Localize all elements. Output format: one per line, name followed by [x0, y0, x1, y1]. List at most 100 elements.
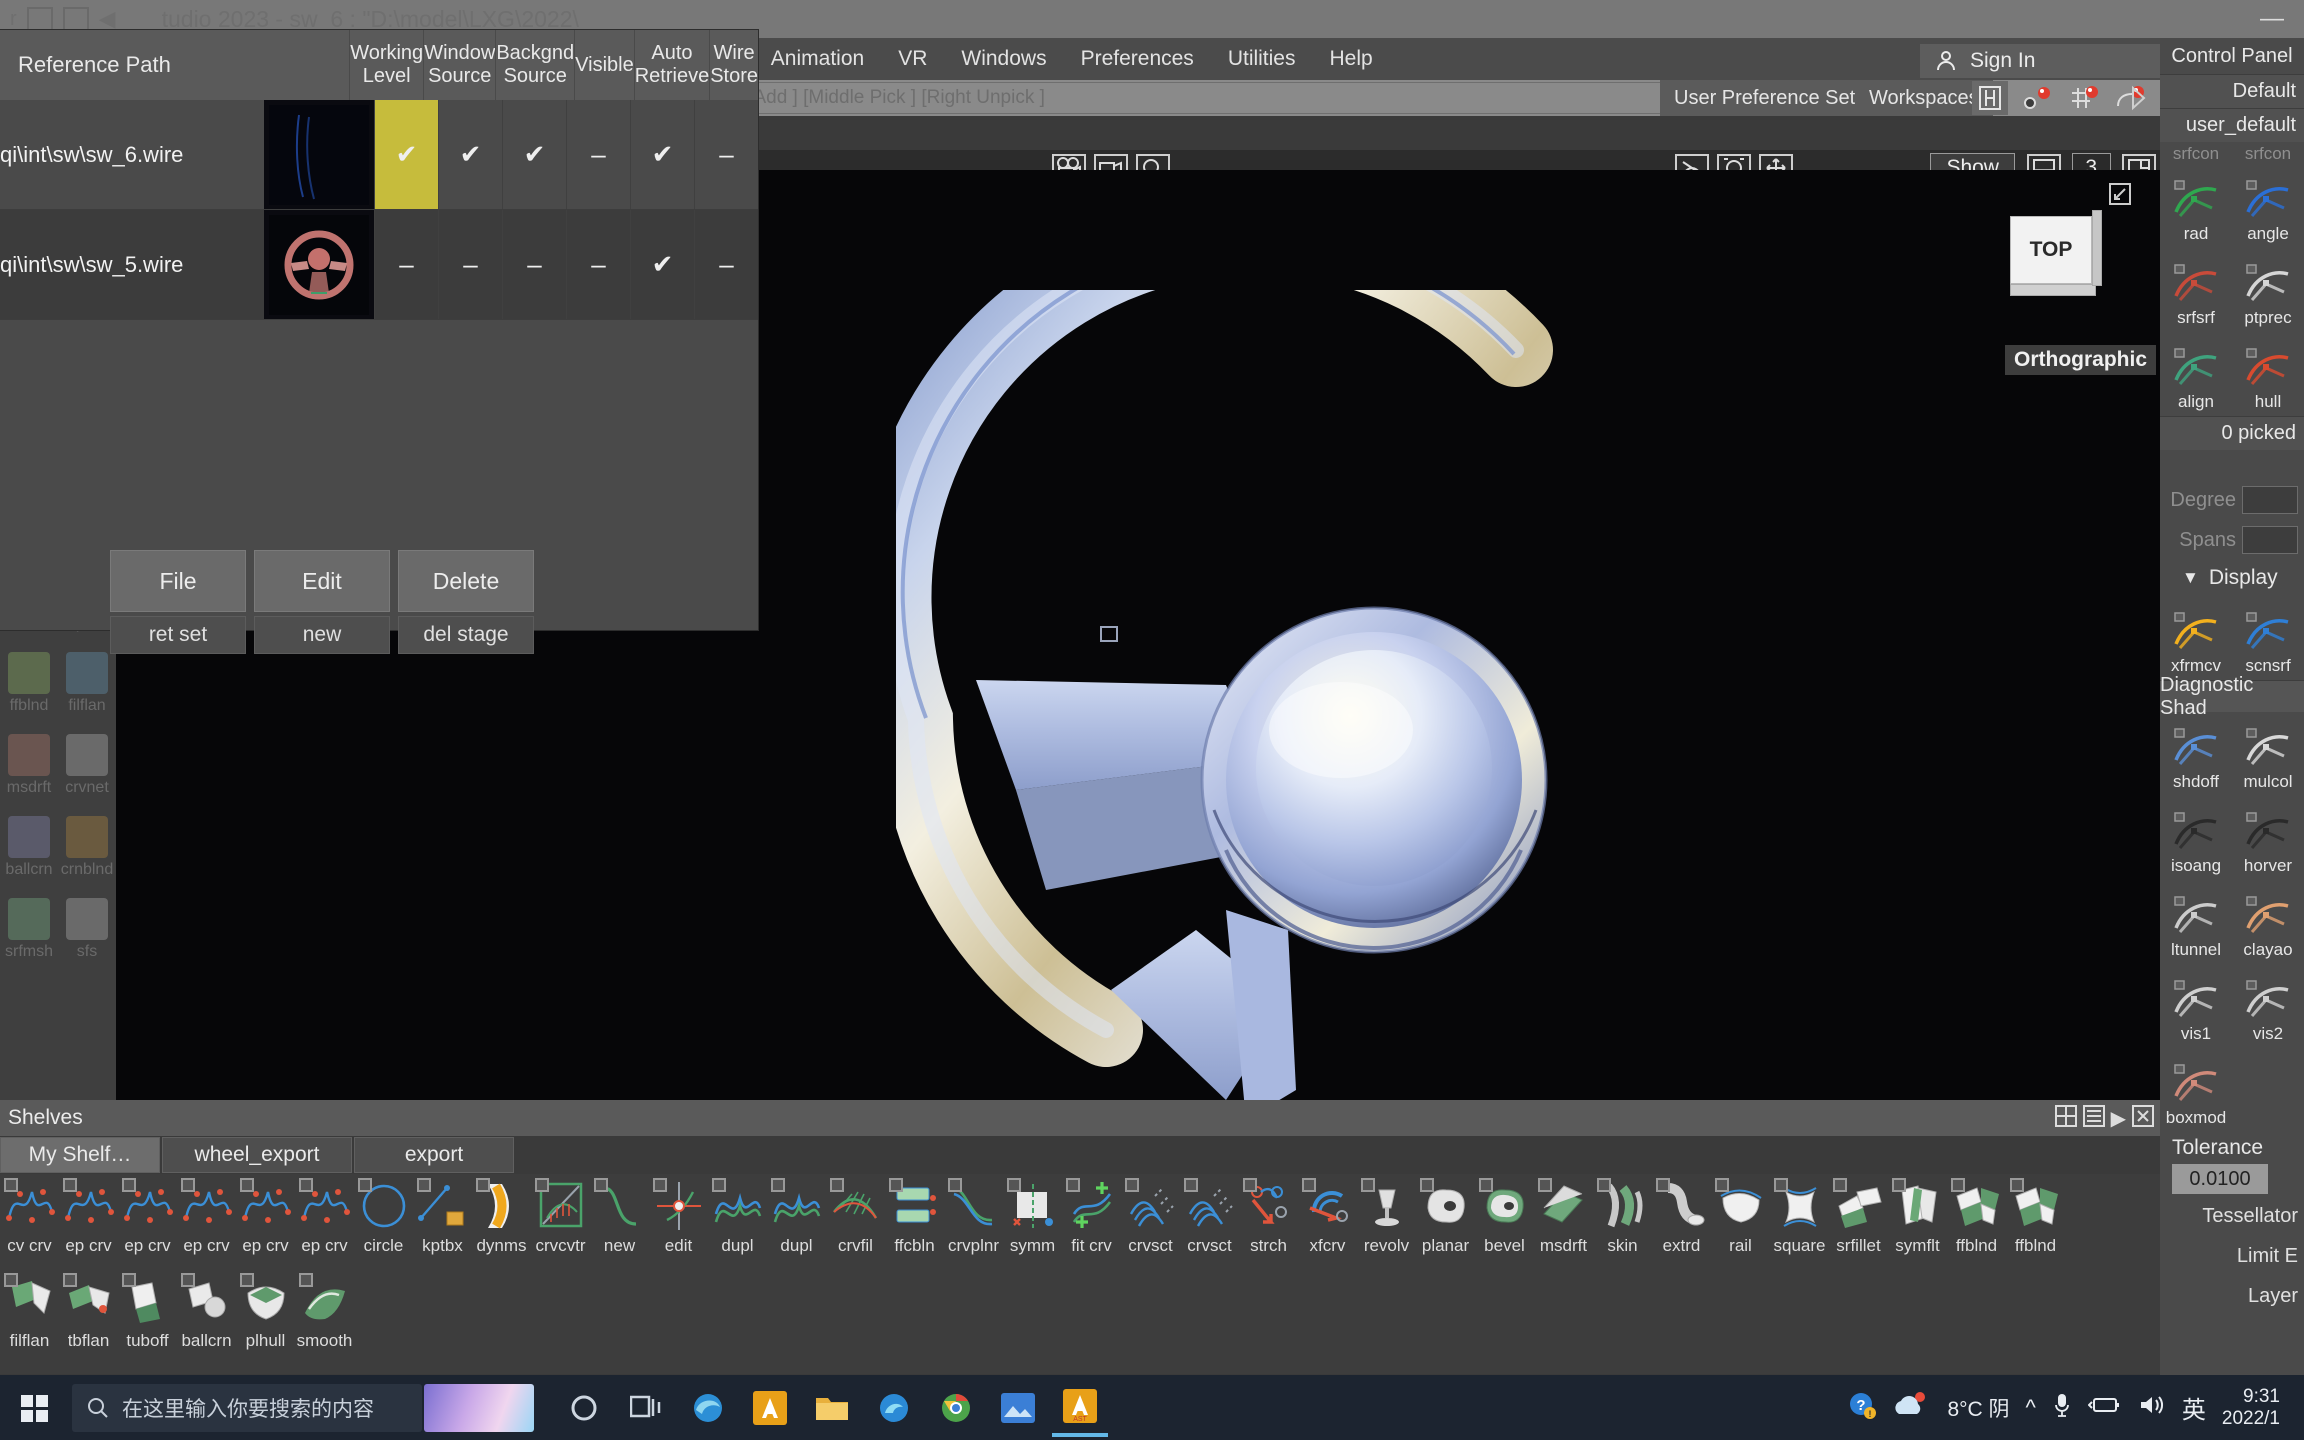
- user-preference-sets-button[interactable]: User Preference Sets: [1660, 80, 1880, 116]
- option-box-icon[interactable]: [1597, 1178, 1611, 1192]
- shelf-item-symm[interactable]: symm: [1003, 1174, 1062, 1269]
- shelf-next-icon[interactable]: ▶: [2111, 1106, 2126, 1131]
- shelf-item-filflan[interactable]: filflan: [0, 1269, 59, 1364]
- shelf-item-dupl[interactable]: dupl: [708, 1174, 767, 1269]
- weather-label[interactable]: 8°C 阴: [1947, 1393, 2009, 1423]
- edge-icon[interactable]: [680, 1379, 736, 1437]
- option-box-icon[interactable]: [1007, 1178, 1021, 1192]
- window-minimize-button[interactable]: —: [2240, 0, 2304, 38]
- cell-backgnd-source[interactable]: ✔: [502, 100, 566, 209]
- control-panel-preset[interactable]: Default: [2160, 74, 2304, 108]
- cell-window-source[interactable]: –: [438, 210, 502, 319]
- window-prev-icon[interactable]: ◀: [99, 6, 116, 32]
- shelf-item-edit[interactable]: edit: [649, 1174, 708, 1269]
- shelf-item-xfcrv[interactable]: xfcrv: [1298, 1174, 1357, 1269]
- option-box-icon[interactable]: [1066, 1178, 1080, 1192]
- option-box-icon[interactable]: [358, 1178, 372, 1192]
- taskbar-search-input[interactable]: 在这里输入你要搜索的内容: [72, 1383, 422, 1432]
- diagnostic-tool-boxmod[interactable]: boxmod: [2160, 1048, 2232, 1132]
- cell-working-level[interactable]: –: [374, 210, 438, 319]
- control-panel-user-preset[interactable]: user_default: [2160, 108, 2304, 142]
- degree-input[interactable]: [2242, 486, 2298, 514]
- shelf-item-ep-crv[interactable]: ep crv: [236, 1174, 295, 1269]
- start-button[interactable]: [0, 1375, 70, 1440]
- shelf-item-tbflan[interactable]: tbflan: [59, 1269, 118, 1364]
- option-box-icon[interactable]: [1715, 1178, 1729, 1192]
- cell-visible[interactable]: –: [566, 100, 630, 209]
- option-box-icon[interactable]: [1361, 1178, 1375, 1192]
- ret-set-button[interactable]: ret set: [110, 616, 246, 654]
- shelf-item-crvsct[interactable]: crvsct: [1121, 1174, 1180, 1269]
- shelf-close-icon[interactable]: [2132, 1104, 2154, 1132]
- ime-indicator[interactable]: 英: [2182, 1390, 2206, 1425]
- option-box-icon[interactable]: [4, 1178, 18, 1192]
- spans-input[interactable]: [2242, 526, 2298, 554]
- photos-icon[interactable]: [990, 1379, 1046, 1437]
- firefox-icon[interactable]: [866, 1379, 922, 1437]
- prompt-expand-arrow[interactable]: [2126, 80, 2150, 116]
- option-box-icon[interactable]: [1125, 1178, 1139, 1192]
- shelf-item-kptbx[interactable]: kptbx: [413, 1174, 472, 1269]
- shelf-item-ep-crv[interactable]: ep crv: [59, 1174, 118, 1269]
- history-toggle-button[interactable]: [1972, 81, 2008, 115]
- diagnostic-tool-shdoff[interactable]: shdoff: [2160, 712, 2232, 796]
- diagnostic-section-header[interactable]: Diagnostic Shad: [2160, 674, 2304, 719]
- shelf-item-msdrft[interactable]: msdrft: [1534, 1174, 1593, 1269]
- taskview-icon[interactable]: [618, 1379, 674, 1437]
- option-box-icon[interactable]: [240, 1178, 254, 1192]
- option-box-icon[interactable]: [1951, 1178, 1965, 1192]
- option-box-icon[interactable]: [1656, 1178, 1670, 1192]
- shelf-item-smooth[interactable]: smooth: [295, 1269, 354, 1364]
- sign-in-button[interactable]: Sign In: [1920, 44, 2164, 78]
- shelf-item-bevel[interactable]: bevel: [1475, 1174, 1534, 1269]
- shelf-item-strch[interactable]: strch: [1239, 1174, 1298, 1269]
- menu-item-animation[interactable]: Animation: [754, 38, 881, 80]
- option-box-icon[interactable]: [63, 1178, 77, 1192]
- control-panel-tool-angle[interactable]: angle: [2232, 164, 2304, 248]
- option-box-icon[interactable]: [1420, 1178, 1434, 1192]
- menu-item-vr[interactable]: VR: [881, 38, 944, 80]
- cell-working-level[interactable]: ✔: [374, 100, 438, 209]
- shelf-item-symflt[interactable]: symflt: [1888, 1174, 1947, 1269]
- option-box-icon[interactable]: [2010, 1178, 2024, 1192]
- cv-point-icon[interactable]: [2022, 85, 2054, 111]
- cell-window-source[interactable]: ✔: [438, 100, 502, 209]
- file-button[interactable]: File: [110, 550, 246, 612]
- shelf-item-circle[interactable]: circle: [354, 1174, 413, 1269]
- cell-auto-retrieve[interactable]: ✔: [630, 210, 694, 319]
- shelf-item-ffblnd[interactable]: ffblnd: [1947, 1174, 2006, 1269]
- option-box-icon[interactable]: [712, 1178, 726, 1192]
- shelf-item-crvfil[interactable]: crvfil: [826, 1174, 885, 1269]
- shelf-item-ep-crv[interactable]: ep crv: [118, 1174, 177, 1269]
- shelf-item-new[interactable]: new: [590, 1174, 649, 1269]
- chrome-icon[interactable]: [928, 1379, 984, 1437]
- cv-grid-icon[interactable]: [2068, 85, 2100, 111]
- shelf-item-square[interactable]: square: [1770, 1174, 1829, 1269]
- shelf-item-revolv[interactable]: revolv: [1357, 1174, 1416, 1269]
- option-box-icon[interactable]: [1833, 1178, 1847, 1192]
- menu-item-utilities[interactable]: Utilities: [1211, 38, 1313, 80]
- left-palette-item-ballcrn[interactable]: ballcrn: [0, 801, 58, 883]
- shelf-item-ep-crv[interactable]: ep crv: [177, 1174, 236, 1269]
- option-box-icon[interactable]: [1302, 1178, 1316, 1192]
- tolerance-input[interactable]: 0.0100: [2172, 1164, 2268, 1194]
- window-list-icon[interactable]: [62, 7, 89, 31]
- edit-button[interactable]: Edit: [254, 550, 390, 612]
- option-box-icon[interactable]: [181, 1178, 195, 1192]
- left-palette-item-crvnet[interactable]: crvnet: [58, 719, 116, 801]
- option-box-icon[interactable]: [181, 1273, 195, 1287]
- shelf-item-crvplnr[interactable]: crvplnr: [944, 1174, 1003, 1269]
- shelf-grid-icon[interactable]: [2054, 1104, 2077, 1132]
- shelf-item-crvsct[interactable]: crvsct: [1180, 1174, 1239, 1269]
- alias-icon[interactable]: [742, 1379, 798, 1437]
- cortana-icon[interactable]: [556, 1379, 612, 1437]
- shelf-tab-export[interactable]: export: [354, 1137, 514, 1173]
- shelf-item-skin[interactable]: skin: [1593, 1174, 1652, 1269]
- shelf-item-srfillet[interactable]: srfillet: [1829, 1174, 1888, 1269]
- table-row[interactable]: qi\int\sw\sw_6.wire ✔ ✔ ✔ – ✔ –: [0, 100, 758, 210]
- weather-icon[interactable]: [1893, 1390, 1931, 1426]
- diagnostic-tool-vis1[interactable]: vis1: [2160, 964, 2232, 1048]
- option-box-icon[interactable]: [535, 1178, 549, 1192]
- control-panel-tool-rad[interactable]: rad: [2160, 164, 2232, 248]
- diagnostic-tool-mulcol[interactable]: mulcol: [2232, 712, 2304, 796]
